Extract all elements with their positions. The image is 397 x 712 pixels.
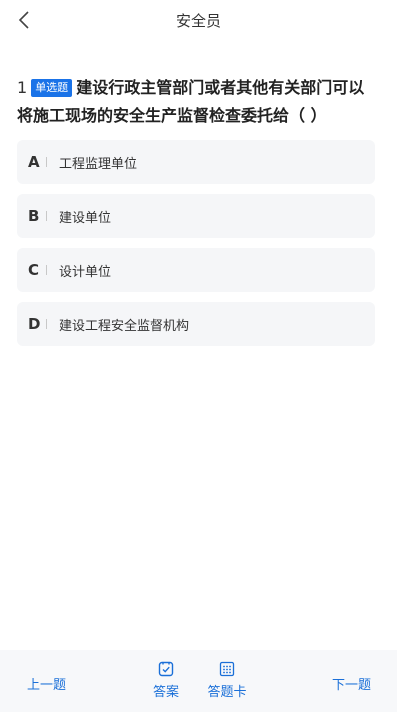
next-question-button[interactable]: 下一题 — [332, 674, 371, 693]
prev-question-button[interactable]: 上一题 — [27, 674, 66, 693]
option-c[interactable]: C 设计单位 — [17, 248, 375, 292]
answer-card-grid-icon — [219, 661, 235, 677]
option-letter: B — [28, 207, 40, 225]
option-divider — [46, 265, 47, 275]
option-letter: A — [28, 153, 40, 171]
answer-card-label: 答题卡 — [207, 685, 247, 700]
answer-check-icon — [158, 661, 174, 677]
bottom-toolbar: 上一题 答案 答题卡 下一题 — [0, 650, 397, 712]
option-b[interactable]: B 建设单位 — [17, 194, 375, 238]
answer-button[interactable]: 答案 — [149, 660, 183, 700]
option-a[interactable]: A 工程监理单位 — [17, 140, 375, 184]
option-text: 建设单位 — [59, 210, 112, 226]
question-type-badge: 单选题 — [31, 79, 73, 97]
option-text: 工程监理单位 — [59, 156, 138, 172]
option-text: 设计单位 — [59, 264, 112, 280]
option-divider — [46, 211, 47, 221]
answer-card-button[interactable]: 答题卡 — [203, 660, 251, 700]
top-nav-bar: 安全员 — [0, 0, 397, 40]
question-stem: 1 单选题 建设行政主管部门或者其他有关部门可以将施工现场的安全生产监督检查委托给（… — [17, 74, 379, 130]
options-list: A 工程监理单位 B 建设单位 C 设计单位 D 建设工程安全监督机构 — [17, 140, 375, 356]
option-divider — [46, 157, 47, 167]
option-letter: D — [28, 315, 41, 333]
page-title: 安全员 — [175, 12, 221, 30]
option-divider — [46, 319, 47, 329]
option-d[interactable]: D 建设工程安全监督机构 — [17, 302, 375, 346]
option-text: 建设工程安全监督机构 — [59, 318, 190, 334]
option-letter: C — [28, 261, 40, 279]
question-number: 1 — [17, 78, 28, 97]
answer-label: 答案 — [152, 685, 179, 700]
